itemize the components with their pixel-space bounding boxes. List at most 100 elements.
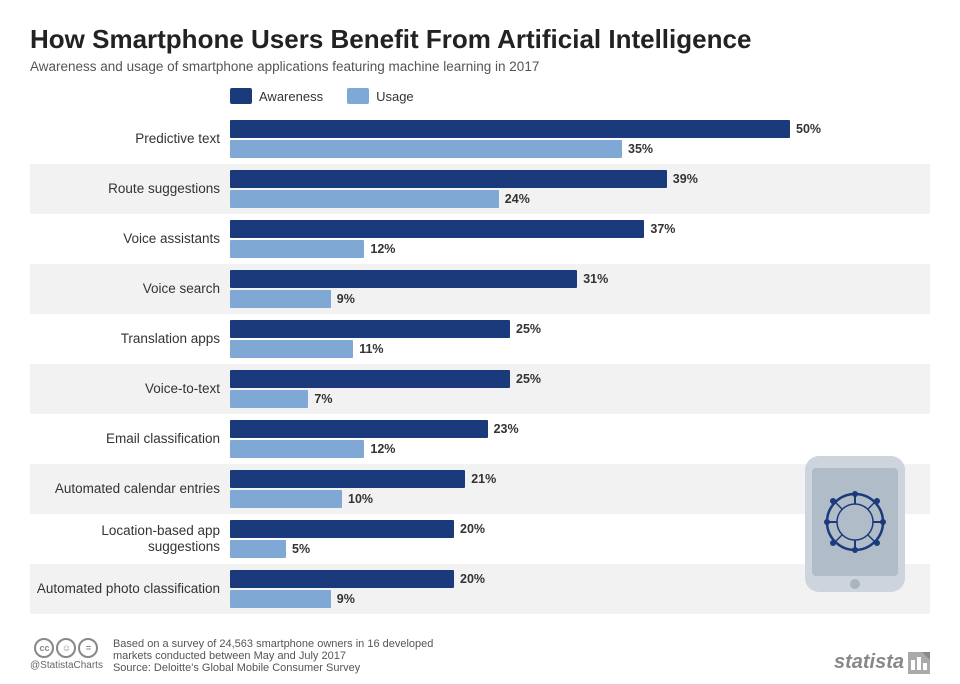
usage-value: 12% xyxy=(370,442,395,456)
usage-bar-wrap: 11% xyxy=(230,340,930,358)
bars-group: 31% 9% xyxy=(230,266,930,312)
usage-value: 12% xyxy=(370,242,395,256)
bar-row: Voice search 31% 9% xyxy=(30,264,930,314)
bar-row: Email classification 23% 12% xyxy=(30,414,930,464)
usage-bar-wrap: 12% xyxy=(230,240,930,258)
bars-group: 39% 24% xyxy=(230,166,930,212)
usage-bar xyxy=(230,540,286,558)
cc-icons: cc ☺ = @StatistaCharts xyxy=(30,638,103,671)
chart-legend: Awareness Usage xyxy=(230,88,930,104)
awareness-bar xyxy=(230,470,465,488)
awareness-bar xyxy=(230,370,510,388)
bar-row: Voice-to-text 25% 7% xyxy=(30,364,930,414)
row-label: Automated photo classification xyxy=(30,581,230,597)
awareness-bar xyxy=(230,420,488,438)
awareness-bar-wrap: 25% xyxy=(230,370,930,388)
chart-footer: cc ☺ = @StatistaCharts Based on a survey… xyxy=(30,638,930,674)
usage-bar xyxy=(230,340,353,358)
awareness-bar-wrap: 37% xyxy=(230,220,930,238)
row-label: Location-based app suggestions xyxy=(30,523,230,555)
legend-usage-label: Usage xyxy=(376,89,414,104)
row-label: Automated calendar entries xyxy=(30,481,230,497)
usage-value: 9% xyxy=(337,592,355,606)
usage-value: 10% xyxy=(348,492,373,506)
awareness-bar xyxy=(230,120,790,138)
usage-bar xyxy=(230,290,331,308)
bars-group: 37% 12% xyxy=(230,216,930,262)
awareness-value: 39% xyxy=(673,172,698,186)
row-label: Voice-to-text xyxy=(30,381,230,397)
usage-bar xyxy=(230,490,342,508)
awareness-value: 20% xyxy=(460,572,485,586)
bar-row: Automated photo classification 20% 9% xyxy=(30,564,930,614)
statista-icon xyxy=(908,652,930,674)
awareness-bar xyxy=(230,270,577,288)
equals-icon: = xyxy=(78,638,98,658)
chart-subtitle: Awareness and usage of smartphone applic… xyxy=(30,59,930,74)
bar-row: Automated calendar entries 21% 10% xyxy=(30,464,930,514)
usage-bar-wrap: 35% xyxy=(230,140,930,158)
statista-label: statista xyxy=(834,651,904,674)
bar-row: Translation apps 25% 11% xyxy=(30,314,930,364)
person-icon: ☺ xyxy=(56,638,76,658)
awareness-bar-wrap: 23% xyxy=(230,420,930,438)
awareness-bar xyxy=(230,570,454,588)
statista-charts-label: @StatistaCharts xyxy=(30,660,103,671)
legend-usage-box xyxy=(347,88,369,104)
bar-row: Voice assistants 37% 12% xyxy=(30,214,930,264)
awareness-value: 25% xyxy=(516,322,541,336)
awareness-value: 23% xyxy=(494,422,519,436)
usage-bar xyxy=(230,590,331,608)
usage-bar xyxy=(230,240,364,258)
bars-group: 25% 7% xyxy=(230,366,930,412)
awareness-value: 50% xyxy=(796,122,821,136)
usage-bar-wrap: 7% xyxy=(230,390,930,408)
usage-bar xyxy=(230,390,308,408)
usage-bar xyxy=(230,190,499,208)
row-label: Translation apps xyxy=(30,331,230,347)
awareness-value: 21% xyxy=(471,472,496,486)
usage-bar xyxy=(230,140,622,158)
legend-awareness-box xyxy=(230,88,252,104)
statista-logo: statista xyxy=(834,651,930,674)
awareness-bar xyxy=(230,520,454,538)
usage-value: 35% xyxy=(628,142,653,156)
usage-value: 7% xyxy=(314,392,332,406)
row-label: Email classification xyxy=(30,431,230,447)
awareness-value: 25% xyxy=(516,372,541,386)
row-label: Voice assistants xyxy=(30,231,230,247)
awareness-bar-wrap: 31% xyxy=(230,270,930,288)
bar-row: Predictive text 50% 35% xyxy=(30,114,930,164)
legend-awareness: Awareness xyxy=(230,88,323,104)
usage-value: 11% xyxy=(359,342,383,356)
awareness-value: 20% xyxy=(460,522,485,536)
phone-graphic xyxy=(800,454,910,594)
awareness-bar xyxy=(230,220,644,238)
awareness-value: 37% xyxy=(650,222,675,236)
awareness-bar xyxy=(230,320,510,338)
awareness-bar-wrap: 39% xyxy=(230,170,930,188)
footer-left: cc ☺ = @StatistaCharts Based on a survey… xyxy=(30,638,433,674)
usage-bar-wrap: 24% xyxy=(230,190,930,208)
bar-row: Location-based app suggestions 20% 5% xyxy=(30,514,930,564)
usage-value: 5% xyxy=(292,542,310,556)
legend-usage: Usage xyxy=(347,88,414,104)
usage-bar-wrap: 9% xyxy=(230,290,930,308)
awareness-value: 31% xyxy=(583,272,608,286)
bars-group: 50% 35% xyxy=(230,116,930,162)
usage-value: 24% xyxy=(505,192,530,206)
awareness-bar xyxy=(230,170,667,188)
row-label: Predictive text xyxy=(30,131,230,147)
legend-awareness-label: Awareness xyxy=(259,89,323,104)
awareness-bar-wrap: 25% xyxy=(230,320,930,338)
bar-row: Route suggestions 39% 24% xyxy=(30,164,930,214)
row-label: Route suggestions xyxy=(30,181,230,197)
row-label: Voice search xyxy=(30,281,230,297)
chart-area: Predictive text50%35%Route suggestions39… xyxy=(30,114,930,614)
usage-value: 9% xyxy=(337,292,355,306)
cc-icon: cc xyxy=(34,638,54,658)
footer-source: Based on a survey of 24,563 smartphone o… xyxy=(113,638,433,674)
usage-bar xyxy=(230,440,364,458)
chart-container: How Smartphone Users Benefit From Artifi… xyxy=(0,0,960,684)
bars-group: 25% 11% xyxy=(230,316,930,362)
